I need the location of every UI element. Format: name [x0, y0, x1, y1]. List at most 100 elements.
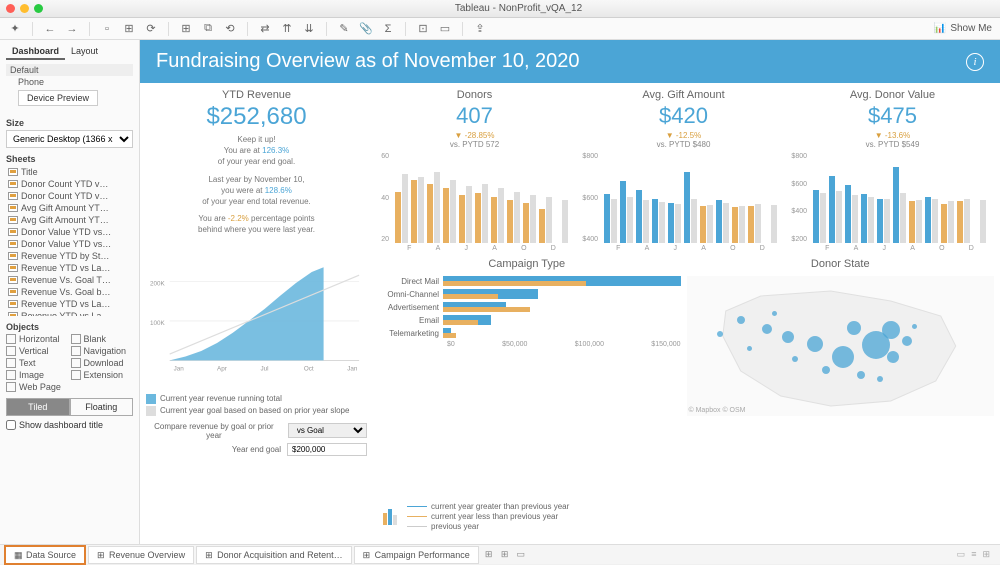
autosave-icon[interactable]: ⟳: [144, 22, 158, 36]
kpi-chart[interactable]: $800$600$400$200FAJAOD: [809, 153, 990, 252]
sheet-item[interactable]: Revenue YTD vs La…: [6, 310, 133, 316]
svg-text:Oct: Oct: [304, 365, 314, 372]
show-title-label: Show dashboard title: [19, 420, 103, 430]
tab-dashboard[interactable]: Dashboard: [6, 44, 65, 60]
tiled-button[interactable]: Tiled: [6, 398, 70, 416]
kpi-vs: vs. PYTD 572: [373, 140, 576, 149]
new-dashboard-icon[interactable]: ⊞: [497, 549, 513, 560]
donor-state-map[interactable]: © Mapbox © OSM: [687, 276, 995, 416]
showme-button[interactable]: Show Me: [950, 23, 992, 34]
totals-icon[interactable]: Σ: [381, 22, 395, 36]
rev-l5: you were at 128.6%: [146, 185, 367, 196]
campaign-row[interactable]: Email: [373, 315, 681, 325]
svg-text:Jan: Jan: [174, 365, 185, 372]
swap-icon[interactable]: ⇄: [258, 22, 272, 36]
sheet-item[interactable]: Donor Count YTD v…: [6, 190, 133, 202]
rev-l2: You are at 126.3%: [146, 145, 367, 156]
campaign-row[interactable]: Telemarketing: [373, 328, 681, 338]
show-tabs-icon[interactable]: ⊞: [982, 549, 990, 560]
tab-campaign-performance[interactable]: ⊞Campaign Performance: [354, 546, 479, 564]
presentation-icon[interactable]: ▭: [438, 22, 452, 36]
save-icon[interactable]: ▫: [100, 22, 114, 36]
revenue-card: YTD Revenue $252,680 Keep it up! You are…: [146, 89, 367, 459]
object-icon: [6, 358, 16, 368]
sheet-item[interactable]: Avg Gift Amount YT…: [6, 202, 133, 214]
group-icon[interactable]: 📎: [359, 22, 373, 36]
kpi-card: Donors407▼ -28.85%vs. PYTD 572604020FAJA…: [373, 89, 576, 252]
rev-l6: of your year end total revenue.: [146, 196, 367, 207]
sheet-item[interactable]: Donor Value YTD vs…: [6, 238, 133, 250]
yearend-input[interactable]: [287, 443, 367, 456]
new-data-icon[interactable]: ⊞: [122, 22, 136, 36]
clear-icon[interactable]: ⟲: [223, 22, 237, 36]
highlight-icon[interactable]: ✎: [337, 22, 351, 36]
dashboard-header: Fundraising Overview as of November 10, …: [140, 40, 1000, 83]
sheet-icon: [8, 276, 18, 284]
minimize-icon[interactable]: [20, 4, 29, 13]
new-story-icon[interactable]: ▭: [513, 549, 529, 560]
sheet-icon: [8, 204, 18, 212]
new-worksheet-icon[interactable]: ⊞: [481, 549, 497, 560]
sheet-icon: [8, 216, 18, 224]
sheet-item[interactable]: Revenue YTD vs La…: [6, 262, 133, 274]
sheet-icon: [8, 228, 18, 236]
sheet-item[interactable]: Donor Value YTD vs…: [6, 226, 133, 238]
show-title-checkbox[interactable]: [6, 420, 16, 430]
maximize-icon[interactable]: [34, 4, 43, 13]
tab-revenue-overview[interactable]: ⊞Revenue Overview: [88, 546, 194, 564]
campaign-row[interactable]: Direct Mail: [373, 276, 681, 286]
sheet-item[interactable]: Revenue Vs. Goal b…: [6, 286, 133, 298]
sheet-item[interactable]: Revenue Vs. Goal T…: [6, 274, 133, 286]
object-item[interactable]: Download: [71, 358, 134, 368]
compare-select[interactable]: vs Goal: [288, 423, 367, 438]
sort-asc-icon[interactable]: ⇈: [280, 22, 294, 36]
floating-button[interactable]: Floating: [70, 398, 134, 416]
fit-icon[interactable]: ⊡: [416, 22, 430, 36]
duplicate-icon[interactable]: ⧉: [201, 22, 215, 36]
close-icon[interactable]: [6, 4, 15, 13]
sheet-icon: [8, 192, 18, 200]
share-icon[interactable]: ⇪: [473, 22, 487, 36]
tab-donor-acquisition[interactable]: ⊞Donor Acquisition and Retent…: [196, 546, 352, 564]
filmstrip-icon[interactable]: ▭: [957, 549, 966, 560]
forward-icon[interactable]: →: [65, 22, 79, 36]
bottom-tabs: ▦Data Source ⊞Revenue Overview ⊞Donor Ac…: [0, 544, 1000, 564]
back-icon[interactable]: ←: [43, 22, 57, 36]
device-phone[interactable]: Phone: [6, 76, 133, 88]
sheet-item[interactable]: Donor Count YTD v…: [6, 178, 133, 190]
object-item[interactable]: Vertical: [6, 346, 69, 356]
object-item[interactable]: Text: [6, 358, 69, 368]
object-item[interactable]: Extension: [71, 370, 134, 380]
object-item[interactable]: Navigation: [71, 346, 134, 356]
size-select[interactable]: Generic Desktop (1366 x 7…: [6, 130, 133, 148]
sheet-item[interactable]: Revenue YTD by St…: [6, 250, 133, 262]
legend-2: Current year goal based on based on prio…: [146, 406, 367, 416]
tab-layout[interactable]: Layout: [65, 44, 104, 60]
sort-desc-icon[interactable]: ⇊: [302, 22, 316, 36]
showme-icon[interactable]: 📊: [934, 23, 946, 34]
info-icon[interactable]: i: [966, 53, 984, 71]
device-preview-button[interactable]: Device Preview: [18, 90, 98, 106]
kpi-chart[interactable]: $800$600$400FAJAOD: [600, 153, 781, 252]
size-label: Size: [6, 118, 133, 128]
revenue-area-chart[interactable]: 200K 100K Jan Apr Jul Oct Jan: [146, 242, 367, 392]
sheet-item[interactable]: Revenue YTD vs La…: [6, 298, 133, 310]
tab-data-source[interactable]: ▦Data Source: [4, 545, 86, 565]
sheet-icon: [8, 288, 18, 296]
object-item[interactable]: Horizontal: [6, 334, 69, 344]
object-item[interactable]: Blank: [71, 334, 134, 344]
sheet-item[interactable]: Title: [6, 166, 133, 178]
sort-tabs-icon[interactable]: ≡: [971, 549, 976, 560]
campaign-row[interactable]: Omni-Channel: [373, 289, 681, 299]
object-item[interactable]: Web Page: [6, 382, 69, 392]
sheet-item[interactable]: Avg Gift Amount YT…: [6, 214, 133, 226]
map-attribution: © Mapbox © OSM: [689, 407, 746, 414]
kpi-value: $475: [791, 103, 994, 129]
tableau-logo-icon[interactable]: ✦: [8, 22, 22, 36]
kpi-chart[interactable]: 604020FAJAOD: [391, 153, 572, 252]
campaign-row[interactable]: Advertisement: [373, 302, 681, 312]
device-default[interactable]: Default: [6, 64, 133, 76]
kpi-change: ▼ -28.85%: [373, 131, 576, 140]
new-sheet-icon[interactable]: ⊞: [179, 22, 193, 36]
object-item[interactable]: Image: [6, 370, 69, 380]
